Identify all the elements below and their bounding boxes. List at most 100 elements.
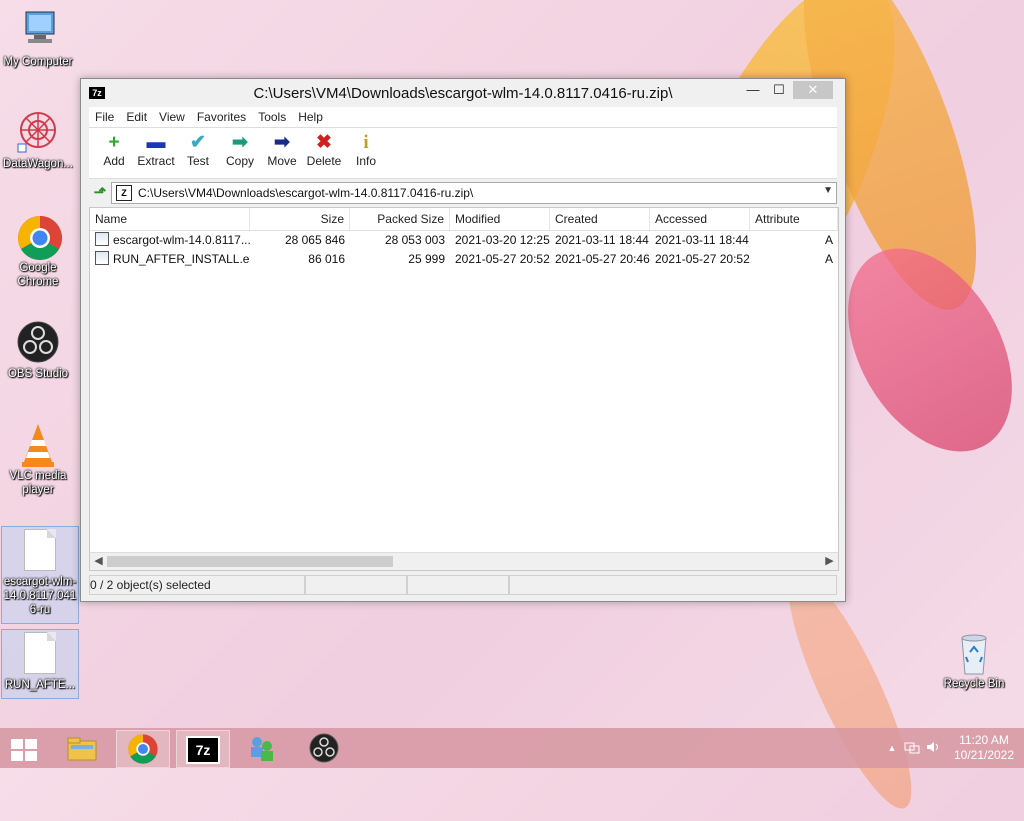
scroll-right-icon[interactable]: ▶ [821,553,838,570]
file-icon [95,232,109,246]
title-bar[interactable]: 7z C:\Users\VM4\Downloads\escargot-wlm-1… [81,79,845,107]
7zip-icon: 7z [186,736,220,764]
extract-label: Extract [137,154,175,168]
column-modified[interactable]: Modified [450,208,550,230]
chrome-icon [16,214,62,260]
chrome-icon [128,734,158,764]
desktop-icon-my-computer[interactable]: My Computer [0,8,76,69]
add-button[interactable]: + Add [93,128,135,178]
address-input[interactable]: Z C:\Users\VM4\Downloads\escargot-wlm-14… [111,182,837,204]
chevron-down-icon[interactable]: ▼ [823,185,833,196]
clock-time: 11:20 AM [959,733,1009,747]
delete-button[interactable]: ✖ Delete [303,128,345,178]
desktop-icon-recycle-bin[interactable]: Recycle Bin [936,630,1012,691]
move-arrow-icon: ➡ [274,132,290,153]
volume-icon[interactable] [922,740,944,757]
desktop-icon-vlc-media-player[interactable]: VLC media player [0,422,76,497]
column-name[interactable]: Name [90,208,250,230]
desktop-icon-label: escargot-wlm-14.0.8117.0416-ru [3,576,77,616]
test-button[interactable]: ✔ Test [177,128,219,178]
cell-attribute: A [824,252,833,266]
cell-size: 86 016 [308,252,345,266]
plus-icon: + [108,132,120,153]
cell-created: 2021-05-27 20:46 [555,252,650,266]
extract-button[interactable]: ▬ Extract [135,128,177,178]
scroll-left-icon[interactable]: ◀ [90,553,107,570]
column-packed-size[interactable]: Packed Size [350,208,450,230]
file-icon [95,251,109,265]
table-row[interactable]: escargot-wlm-14.0.8117... 28 065 846 28 … [90,231,838,250]
table-row[interactable]: RUN_AFTER_INSTALL.exe 86 016 25 999 2021… [90,250,838,269]
menu-file[interactable]: File [89,107,120,127]
menu-tools[interactable]: Tools [252,107,292,127]
people-network-icon [251,737,273,761]
desktop-icon-label: RUN_AFTE... [4,679,76,691]
desktop-icon-run-after-install[interactable]: RUN_AFTE... [1,629,79,699]
column-size[interactable]: Size [250,208,350,230]
minimize-button[interactable]: — [739,81,767,99]
desktop-icon-label: Google Chrome [17,262,59,288]
cell-packed-size: 25 999 [408,252,445,266]
cell-name: escargot-wlm-14.0.8117... [90,231,250,250]
vlc-cone-icon [16,422,60,467]
column-created[interactable]: Created [550,208,650,230]
copy-button[interactable]: ➡ Copy [219,128,261,178]
cell-name: RUN_AFTER_INSTALL.exe [90,250,250,269]
column-attribute[interactable]: Attribute [750,208,838,230]
taskbar-network-app[interactable] [236,730,288,766]
desktop-icon-datawagon[interactable]: DataWagon... [0,110,76,171]
cell-packed-size: 28 053 003 [384,233,445,247]
desktop-icon-escargot-zip[interactable]: escargot-wlm-14.0.8117.0416-ru [1,526,79,624]
start-button[interactable] [0,730,48,766]
datawagon-icon [16,110,60,154]
7zip-window: 7z C:\Users\VM4\Downloads\escargot-wlm-1… [80,78,846,602]
info-button[interactable]: i Info [345,128,387,178]
horizontal-scrollbar[interactable]: ◀ ▶ [90,552,838,570]
windows-logo-icon [11,739,37,761]
test-label: Test [186,154,209,168]
status-text: 0 / 2 object(s) selected [89,575,305,595]
clock-date: 10/21/2022 [953,748,1015,762]
check-icon: ✔ [190,132,206,153]
close-button[interactable]: ✕ [793,81,833,99]
menu-favorites[interactable]: Favorites [191,107,252,127]
show-hidden-icons-icon[interactable]: ▲ [882,743,902,753]
status-panel [407,575,509,595]
maximize-button[interactable]: ☐ [765,81,793,99]
cell-attribute: A [824,233,833,247]
file-icon [24,632,56,674]
copy-label: Copy [225,154,254,168]
desktop-icon-label: Recycle Bin [943,678,1005,690]
menu-view[interactable]: View [153,107,191,127]
desktop-icon-obs-studio[interactable]: OBS Studio [0,320,76,381]
toolbar: + Add ▬ Extract ✔ Test ➡ Copy ➡ Move ✖ D… [89,128,837,179]
taskbar-chrome[interactable] [116,730,170,768]
minus-icon: ▬ [146,132,166,153]
column-headers: Name Size Packed Size Modified Created A… [90,208,838,231]
scrollbar-thumb[interactable] [107,556,393,567]
taskbar-7zip[interactable]: 7z [176,730,230,768]
move-button[interactable]: ➡ Move [261,128,303,178]
taskbar-file-explorer[interactable] [56,730,108,766]
info-label: Info [355,154,376,168]
desktop-icon-label: OBS Studio [7,368,69,380]
add-label: Add [103,154,125,168]
move-label: Move [267,154,297,168]
copy-arrow-icon: ➡ [232,132,248,153]
desktop-icon-label: DataWagon... [3,158,73,170]
network-icon[interactable] [902,740,922,757]
menu-help[interactable]: Help [292,107,329,127]
obs-icon [16,320,60,364]
obs-icon [309,733,339,763]
clock[interactable]: 11:20 AM 10/21/2022 [944,733,1024,763]
menu-edit[interactable]: Edit [120,107,153,127]
cell-size: 28 065 846 [284,233,345,247]
taskbar-obs[interactable] [298,730,350,766]
desktop-icon-label: My Computer [3,56,73,68]
desktop-icon-google-chrome[interactable]: Google Chrome [0,214,76,289]
system-tray: ▲ 11:20 AM 10/21/2022 [882,728,1024,768]
cell-modified: 2021-05-27 20:52 [455,252,550,266]
column-accessed[interactable]: Accessed [650,208,750,230]
menu-bar: File Edit View Favorites Tools Help [89,107,837,128]
up-folder-icon[interactable]: ⬏ [89,182,111,204]
